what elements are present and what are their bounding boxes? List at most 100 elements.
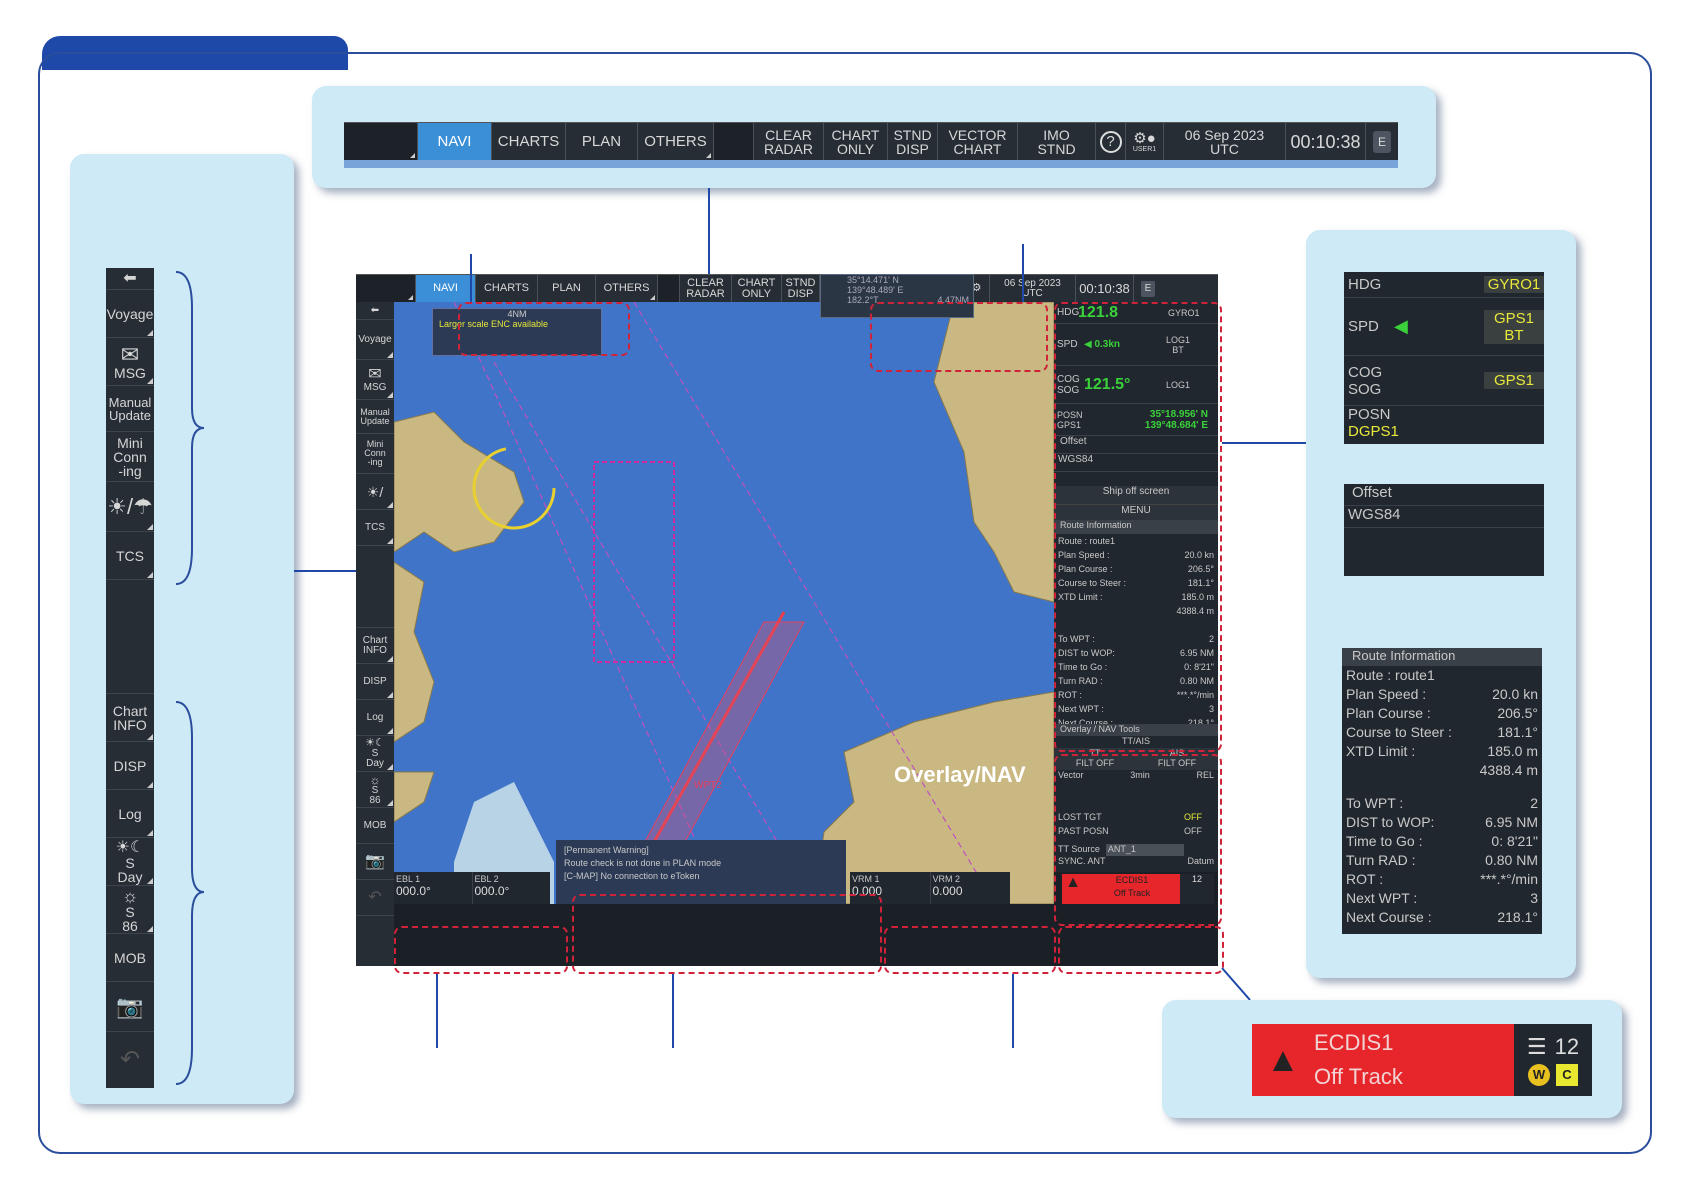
camera-icon: 📷	[365, 852, 385, 870]
stnd-disp-button[interactable]: STND DISP	[888, 123, 938, 160]
tab-charts-small[interactable]: CHARTS	[476, 275, 538, 302]
undo-small[interactable]: ↶	[356, 880, 394, 916]
brilliance-button[interactable]: ☼ S 86	[106, 886, 154, 934]
menu-bar-callout: NAVI CHARTS PLAN OTHERS CLEAR RADAR CHAR…	[312, 86, 1436, 188]
route-info-value: 0.80 NM	[1485, 852, 1538, 868]
voyage-button[interactable]: Voyage	[106, 290, 154, 338]
list-icon[interactable]: ☰	[1527, 1034, 1547, 1060]
alert-detail-box[interactable]: ▲ ECDIS1 Off Track ☰ 12 W C	[1252, 1024, 1592, 1096]
route-header-zoom[interactable]: Route Information	[1342, 648, 1542, 666]
posn-zoom: POSN DGPS1	[1344, 406, 1544, 440]
tab-plan[interactable]: PLAN	[566, 123, 638, 160]
tab-others[interactable]: OTHERS	[638, 123, 714, 160]
back-arrow-button[interactable]: ⬅	[106, 268, 154, 290]
undo-arrow-icon: ↶	[119, 1046, 141, 1073]
tz-text: UTC	[1210, 140, 1239, 157]
stnd-disp-small[interactable]: STND DISP	[782, 275, 820, 302]
user-button[interactable]: ⚙● USER1	[1126, 123, 1164, 160]
tab-navi-small[interactable]: NAVI	[416, 275, 476, 302]
ebl1-box[interactable]: EBL 1 000.0°	[394, 872, 473, 904]
screenshot-small[interactable]: 📷	[356, 844, 394, 880]
msg-small[interactable]: ✉ MSG	[356, 360, 394, 400]
tab-charts[interactable]: CHARTS	[492, 123, 566, 160]
clear-radar-small[interactable]: CLEAR RADAR	[680, 275, 732, 302]
cog-src-zoom[interactable]: GPS1	[1484, 372, 1544, 389]
disp-small[interactable]: DISP	[356, 664, 394, 700]
manual-update-button[interactable]: Manual Update	[106, 386, 154, 432]
ebl2-box[interactable]: EBL 2 000.0°	[473, 872, 551, 904]
alert-red-area: ▲ ECDIS1 Off Track	[1252, 1024, 1514, 1096]
menu-blank-button[interactable]	[344, 123, 418, 160]
wpt2-label: WPT2	[694, 780, 722, 791]
chart-info-small[interactable]: Chart INFO	[356, 628, 394, 664]
nav-detail-box: HDG GYRO1 SPD ◀ GPS1 BT COG SOG GPS1 POSN…	[1344, 272, 1544, 444]
imo-stnd-button[interactable]: IMO STND	[1018, 123, 1096, 160]
highlight-ebl	[394, 926, 568, 974]
brilliance-small[interactable]: ☼ S 86	[356, 772, 394, 808]
day-mode-small[interactable]: ☀☾ S Day	[356, 736, 394, 772]
chart-only-button[interactable]: CHART ONLY	[824, 123, 888, 160]
route-info-key: ROT :	[1346, 871, 1384, 887]
chart-info-button[interactable]: Chart INFO	[106, 694, 154, 742]
undo-button[interactable]: ↶	[106, 1032, 154, 1088]
route-info-row: Plan Speed : 20.0 kn	[1346, 685, 1538, 704]
route-info-value: 218.1°	[1497, 909, 1538, 925]
vrm-connector	[1012, 974, 1014, 1048]
gyro-zoom[interactable]: GYRO1	[1484, 276, 1544, 293]
route-info-key: To WPT :	[1346, 795, 1404, 811]
sog-label-zoom: SOG	[1348, 380, 1382, 398]
mob-small[interactable]: MOB	[356, 808, 394, 844]
mini-conning-button[interactable]: Mini Conn -ing	[106, 432, 154, 482]
log-button[interactable]: Log	[106, 790, 154, 838]
clear-radar-button[interactable]: CLEAR RADAR	[754, 123, 824, 160]
vrm2-box[interactable]: VRM 2 0.000	[931, 872, 1011, 904]
menu-blank-button-small[interactable]	[356, 275, 416, 302]
envelope-icon: ✉	[368, 365, 382, 383]
alert-msg-zoom: Off Track	[1314, 1064, 1403, 1089]
tab-plan-small[interactable]: PLAN	[538, 275, 596, 302]
msg-button[interactable]: ✉ MSG	[106, 338, 154, 386]
disp-button[interactable]: DISP	[106, 742, 154, 790]
screenshot-button[interactable]: 📷	[106, 982, 154, 1032]
help-button[interactable]: ?	[1096, 123, 1126, 160]
brightness-small[interactable]: ☀/	[356, 474, 394, 510]
cog-row-zoom: COG SOG GPS1	[1344, 356, 1544, 406]
nav-chart[interactable]: WPT2 Overlay/NAV	[394, 302, 1054, 904]
e-badge[interactable]: E	[1366, 123, 1398, 160]
w-badge: W	[1528, 1064, 1550, 1086]
back-arrow-small[interactable]: ⬅	[356, 302, 394, 320]
tcs-button[interactable]: TCS	[106, 532, 154, 580]
mob-button[interactable]: MOB	[106, 934, 154, 982]
tcs-small[interactable]: TCS	[356, 510, 394, 546]
route-info-value: 2	[1530, 795, 1538, 811]
toolbar-gap	[106, 580, 154, 694]
vector-chart-button[interactable]: VECTOR CHART	[938, 123, 1018, 160]
voyage-small[interactable]: Voyage	[356, 320, 394, 360]
offset-zoom[interactable]: Offset	[1344, 484, 1544, 506]
chart-only-small[interactable]: CHART ONLY	[732, 275, 782, 302]
e-badge-small[interactable]: E	[1134, 275, 1162, 302]
time-small: 00:10:38	[1076, 275, 1134, 302]
toolbar-gap-small	[356, 546, 394, 628]
day-mode-button[interactable]: ☀☾ S Day	[106, 838, 154, 886]
undo-arrow-icon: ↶	[368, 888, 382, 906]
spd-src-zoom[interactable]: GPS1 BT	[1484, 309, 1544, 344]
mini-conning-small[interactable]: Mini Conn -ing	[356, 434, 394, 474]
day-mode-label: S Day	[117, 854, 143, 885]
route-info-row: 4388.4 m	[1346, 761, 1538, 780]
hdg-row-zoom: HDG GYRO1	[1344, 272, 1544, 298]
tz-text-small: UTC	[1022, 287, 1043, 299]
manual-update-small[interactable]: Manual Update	[356, 400, 394, 434]
day-night-brightness-button[interactable]: ☀/☂	[106, 482, 154, 532]
tab-navi[interactable]: NAVI	[418, 123, 492, 160]
tab-others-small[interactable]: OTHERS	[596, 275, 658, 302]
alert-text-zoom: ECDIS1 Off Track	[1314, 1026, 1403, 1094]
log-small[interactable]: Log	[356, 700, 394, 736]
menu-spacer	[714, 123, 754, 160]
cog-label-zoom: COG	[1348, 363, 1383, 381]
vrm1-label: VRM 1	[852, 874, 880, 884]
gear-user-icon: ⚙●	[1133, 129, 1156, 147]
alert-badges: W C	[1528, 1064, 1578, 1086]
posn-src-zoom[interactable]: DGPS1	[1348, 423, 1544, 440]
alert-count-row: ☰ 12	[1527, 1034, 1579, 1060]
